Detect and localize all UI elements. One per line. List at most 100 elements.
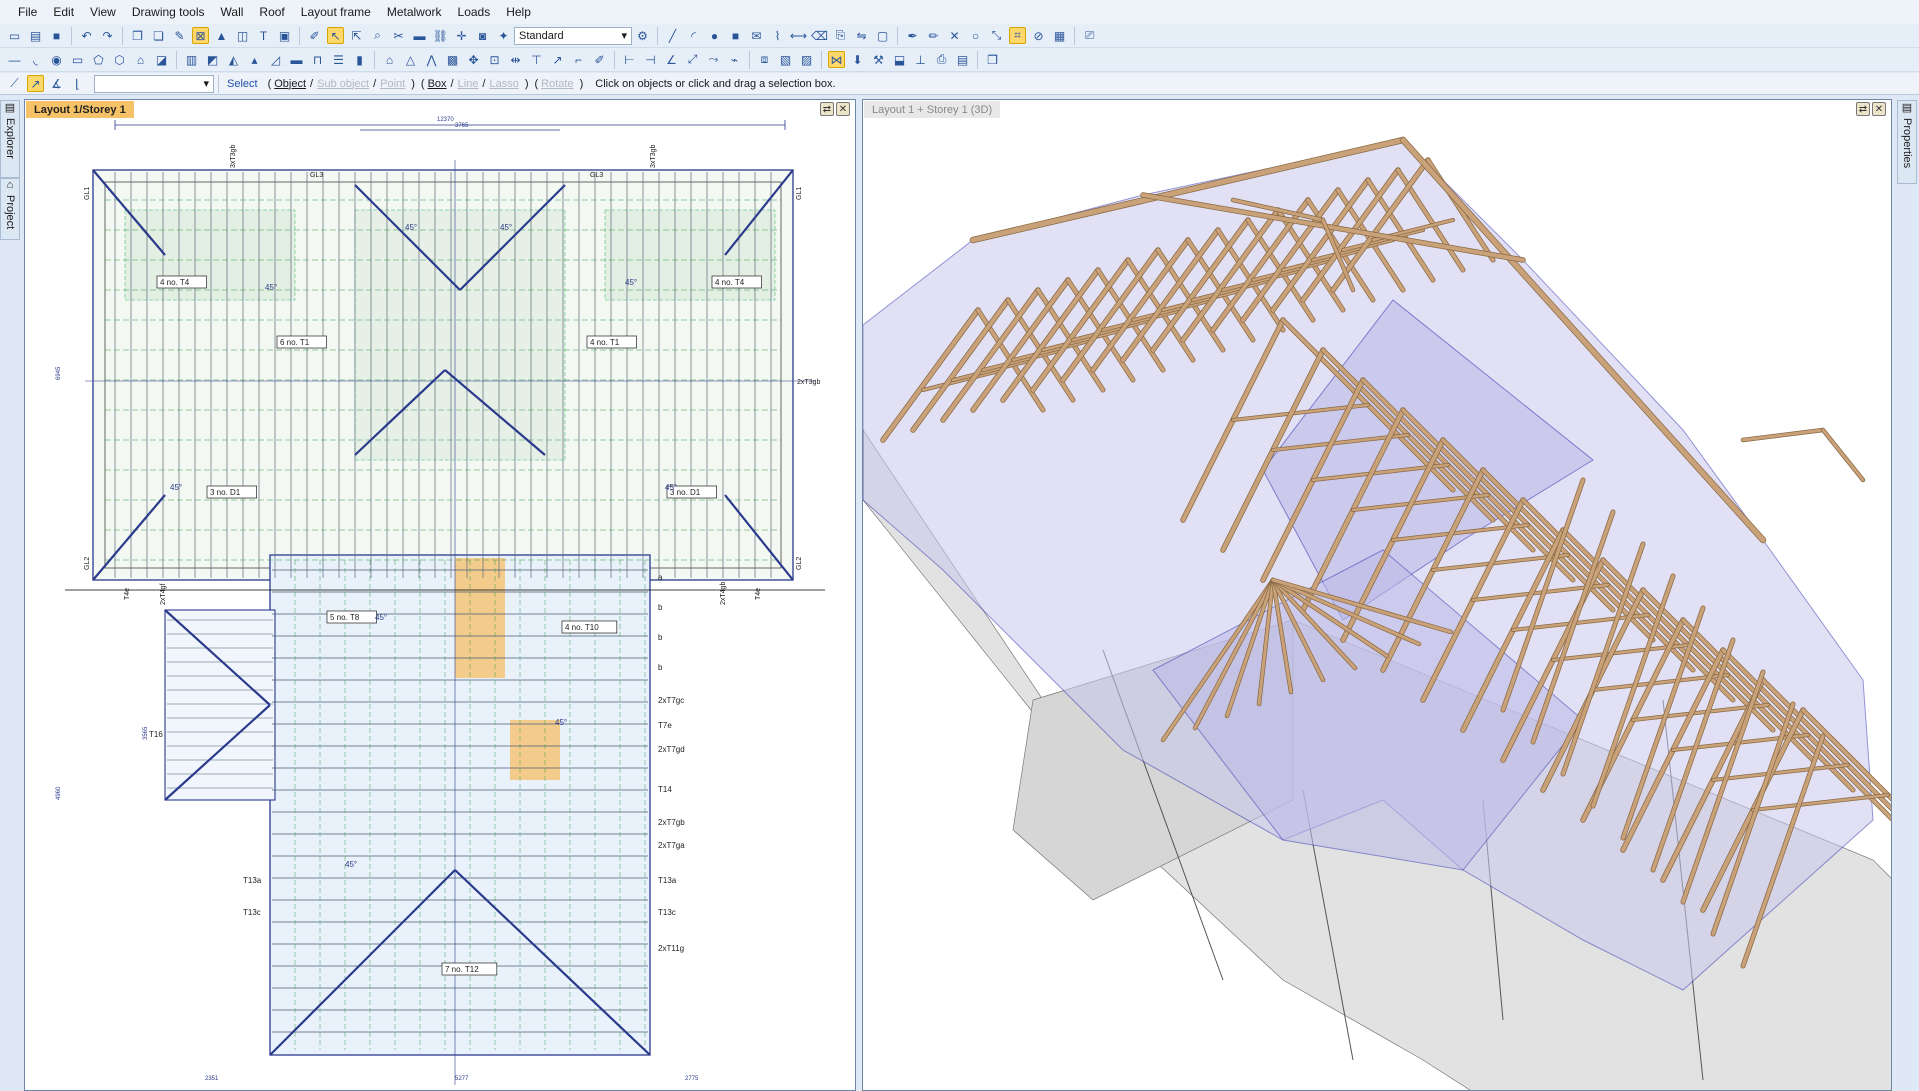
line-tool-icon[interactable]: ╱: [664, 27, 681, 44]
stack-icon[interactable]: ☰: [330, 51, 347, 68]
pointer-plus-icon[interactable]: ⇱: [348, 27, 365, 44]
printer-icon[interactable]: ⎙: [933, 51, 950, 68]
monitor-icon[interactable]: ▣: [276, 27, 293, 44]
circle-tool-icon[interactable]: ●: [706, 27, 723, 44]
select-sub-object-option[interactable]: Sub object: [317, 78, 369, 90]
beam-icon[interactable]: ▬: [288, 51, 305, 68]
house-outline-icon[interactable]: ⌂: [381, 51, 398, 68]
rotate-option[interactable]: Rotate: [541, 78, 573, 90]
node-icon[interactable]: ⊡: [486, 51, 503, 68]
hang-icon[interactable]: ⊤: [528, 51, 545, 68]
screen-icon[interactable]: ⎚: [1081, 27, 1098, 44]
truss-icon[interactable]: △: [402, 51, 419, 68]
select-object-option[interactable]: Object: [274, 78, 306, 90]
open-icon[interactable]: ▤: [27, 27, 44, 44]
camera-icon[interactable]: ◙: [474, 27, 491, 44]
arc-icon[interactable]: ◟: [27, 51, 44, 68]
coordinate-combo[interactable]: ▾: [94, 74, 214, 93]
mirror-icon[interactable]: ⇋: [853, 27, 870, 44]
draw-line-icon[interactable]: ⟋: [6, 75, 23, 92]
frame-select-icon[interactable]: ▩: [444, 51, 461, 68]
frame-icon[interactable]: ▢: [874, 27, 891, 44]
ridge-icon[interactable]: ▴: [246, 51, 263, 68]
redo-icon[interactable]: ↷: [99, 27, 116, 44]
hip-icon[interactable]: ◿: [267, 51, 284, 68]
diagonal-icon[interactable]: ⤡: [988, 27, 1005, 44]
style-settings-icon[interactable]: ⚙: [634, 27, 651, 44]
angle-dim-icon[interactable]: ∠: [663, 51, 680, 68]
menu-item-drawing-tools[interactable]: Drawing tools: [132, 5, 205, 19]
circle-icon[interactable]: ◉: [48, 51, 65, 68]
menu-item-metalwork[interactable]: Metalwork: [387, 5, 442, 19]
frame-view-icon[interactable]: ⊠: [192, 27, 209, 44]
menu-item-help[interactable]: Help: [506, 5, 531, 19]
fill-icon[interactable]: ◪: [153, 51, 170, 68]
dimension-icon[interactable]: ⊢: [621, 51, 638, 68]
copy-object-icon[interactable]: ⎘: [832, 27, 849, 44]
measure-icon[interactable]: ▬: [411, 27, 428, 44]
edit-icon[interactable]: ✎: [171, 27, 188, 44]
pointer-icon[interactable]: ↖: [327, 27, 344, 44]
multi-hatch-icon[interactable]: ▨: [798, 51, 815, 68]
line-icon[interactable]: ―: [6, 51, 23, 68]
column-icon[interactable]: ▮: [351, 51, 368, 68]
circle-icon[interactable]: ○: [967, 27, 984, 44]
scale-icon[interactable]: ⤢: [684, 51, 701, 68]
save-icon[interactable]: ■: [48, 27, 65, 44]
menu-item-view[interactable]: View: [90, 5, 116, 19]
properties-tab[interactable]: ▤ Properties: [1897, 100, 1917, 184]
paste-icon[interactable]: ❏: [150, 27, 167, 44]
snap-icon[interactable]: ✛: [453, 27, 470, 44]
shape-icon[interactable]: ⬡: [111, 51, 128, 68]
house-icon[interactable]: ⌂: [132, 51, 149, 68]
upload-icon[interactable]: ⬓: [891, 51, 908, 68]
explorer-tab[interactable]: ▤ Explorer: [0, 100, 20, 178]
style-icon[interactable]: ✦: [495, 27, 512, 44]
undo-icon[interactable]: ↶: [78, 27, 95, 44]
gable-icon[interactable]: ⋀: [423, 51, 440, 68]
zoom-icon[interactable]: ⌕: [369, 27, 386, 44]
offset-icon[interactable]: ⌁: [726, 51, 743, 68]
align-icon[interactable]: ⤳: [705, 51, 722, 68]
plan-view-pane[interactable]: Layout 1/Storey 1 ⇄ ✕ 4 no. T4 6 no. T1 …: [24, 99, 856, 1091]
wall-edit-icon[interactable]: ◩: [204, 51, 221, 68]
3d-view-pane[interactable]: Layout 1 + Storey 1 (3D) ⇄ ✕: [862, 99, 1892, 1091]
roof-icon[interactable]: ◭: [225, 51, 242, 68]
hatch-icon[interactable]: ▧: [777, 51, 794, 68]
angle-icon[interactable]: ∡: [48, 75, 65, 92]
image-icon[interactable]: ▲: [213, 27, 230, 44]
link-icon[interactable]: ⛓: [432, 27, 449, 44]
select-box-option[interactable]: Box: [428, 78, 447, 90]
menu-item-wall[interactable]: Wall: [221, 5, 244, 19]
menu-item-edit[interactable]: Edit: [53, 5, 74, 19]
layer-icon[interactable]: ◫: [234, 27, 251, 44]
highlighter-icon[interactable]: ✐: [306, 27, 323, 44]
project-tab[interactable]: ⌂ Project: [0, 178, 20, 240]
menu-item-layout-frame[interactable]: Layout frame: [301, 5, 371, 19]
arc-tool-icon[interactable]: ◜: [685, 27, 702, 44]
cut-icon[interactable]: ✂: [390, 27, 407, 44]
polygon-icon[interactable]: ⬠: [90, 51, 107, 68]
cross-icon[interactable]: ✕: [946, 27, 963, 44]
lintel-icon[interactable]: ⊓: [309, 51, 326, 68]
menu-item-file[interactable]: File: [18, 5, 37, 19]
style-combo[interactable]: Standard ▾: [514, 26, 632, 45]
mail-icon[interactable]: ✉: [748, 27, 765, 44]
pen-icon[interactable]: ✒: [904, 27, 921, 44]
toggle-icon[interactable]: ⊘: [1030, 27, 1047, 44]
text-icon[interactable]: T: [255, 27, 272, 44]
grid-icon[interactable]: ▦: [1051, 27, 1068, 44]
edit-truss-icon[interactable]: ✐: [591, 51, 608, 68]
rectangle-icon[interactable]: ▭: [69, 51, 86, 68]
measure-tool-icon[interactable]: ⟷: [790, 27, 807, 44]
plan-drawing[interactable]: 4 no. T4 6 no. T1 4 no. T1 4 no. T4 3 no. D1…: [25, 100, 856, 1091]
span-icon[interactable]: ⇹: [507, 51, 524, 68]
3d-model[interactable]: [863, 100, 1892, 1091]
chart-icon[interactable]: ⌊: [69, 75, 86, 92]
bracket-icon[interactable]: ⌐: [570, 51, 587, 68]
rectangle-tool-icon[interactable]: ■: [727, 27, 744, 44]
polyline-icon[interactable]: ⌇: [769, 27, 786, 44]
wall-icon[interactable]: ▥: [183, 51, 200, 68]
menu-item-roof[interactable]: Roof: [259, 5, 284, 19]
select-line-option[interactable]: Line: [458, 78, 479, 90]
